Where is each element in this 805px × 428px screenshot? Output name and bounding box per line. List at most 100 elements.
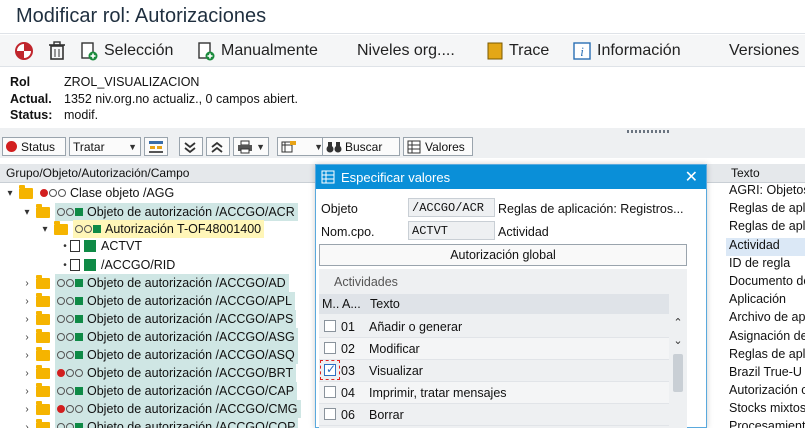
autorizacion-global-button[interactable]: Autorización global [319, 244, 687, 266]
chevron-right-icon[interactable]: › [22, 296, 32, 307]
activity-row[interactable]: 02 Modificar [319, 338, 669, 360]
texto-cell: Reglas de apl [729, 219, 805, 234]
tree-node-object[interactable]: › Objeto de autorización /ACCGO/CAP [22, 382, 298, 400]
layout-dropdown[interactable]: ▼ [277, 137, 327, 156]
status-green-icon [84, 240, 96, 252]
folder-icon [36, 400, 50, 415]
informacion-button[interactable]: i Información [573, 39, 681, 63]
tree-node-object[interactable]: › Objeto de autorización /ACCGO/BRT [22, 364, 297, 382]
expand-all-button[interactable] [179, 137, 203, 156]
folder-icon [36, 346, 50, 361]
actual-row: Actual. 1352 niv.org.no actualiz., 0 camp… [10, 92, 298, 109]
hierarchy-button[interactable] [144, 137, 168, 156]
niveles-org-button[interactable]: Niveles org.... [357, 39, 455, 63]
versiones-button[interactable]: Versiones [729, 39, 799, 63]
scrollbar-thumb[interactable] [673, 354, 683, 392]
seleccion-label: Selección [104, 42, 174, 59]
tree-node-object[interactable]: ▾ Objeto de autorización /ACCGO/ACR [22, 203, 298, 221]
column-header-m[interactable]: M.. [322, 297, 339, 311]
activity-checkbox[interactable] [324, 386, 336, 398]
collapse-all-button[interactable] [206, 137, 230, 156]
chevron-down-icon[interactable]: ▾ [5, 188, 15, 199]
chevron-right-icon[interactable]: › [22, 386, 32, 397]
chevron-down-icon[interactable]: ▾ [22, 207, 32, 218]
tree-node-object[interactable]: › Objeto de autorización /ACCGO/APL [22, 292, 295, 310]
activity-row[interactable]: 01 Añadir o generar [319, 316, 669, 338]
dialog-table-icon [321, 170, 335, 184]
close-icon[interactable]: ✕ [685, 167, 698, 187]
status-value: modif. [64, 108, 99, 122]
niveles-org-label: Niveles org.... [357, 42, 455, 59]
tree-node-object[interactable]: › Objeto de autorización /ACCGO/ASQ [22, 346, 298, 364]
splitter-sash[interactable] [0, 128, 805, 136]
object-node: Objeto de autorización /ACCGO/BRT [55, 364, 297, 382]
document-icon [70, 240, 80, 252]
tree-node-object[interactable]: › Objeto de autorización /ACCGO/COP [22, 418, 299, 428]
object-label: Objeto de autorización /ACCGO/AD [87, 276, 286, 290]
dialog-title-bar[interactable]: Especificar valores ✕ [316, 165, 706, 189]
object-label: Objeto de autorización /ACCGO/COP [87, 420, 296, 428]
tree-node-object[interactable]: › Objeto de autorización /ACCGO/ASG [22, 328, 298, 346]
activity-text: Modificar [369, 342, 420, 356]
object-node: Objeto de autorización /ACCGO/ASG [55, 328, 298, 346]
folder-icon [36, 203, 50, 218]
manualmente-button[interactable]: Manualmente [197, 39, 318, 63]
tree-node-object[interactable]: › Objeto de autorización /ACCGO/APS [22, 310, 297, 328]
activity-row[interactable]: 04 Imprimir, tratar mensajes [319, 382, 669, 404]
tratar-dropdown[interactable]: Tratar ▼ [69, 137, 141, 156]
column-header-texto[interactable]: Texto [731, 166, 760, 180]
chevron-right-icon[interactable]: › [22, 368, 32, 379]
column-header-a[interactable]: A... [342, 297, 361, 311]
traffic-light-icon [57, 279, 83, 287]
rol-value: ZROL_VISUALIZACION [64, 75, 200, 89]
actual-value: 1352 niv.org.no actualiz., 0 campos abie… [64, 92, 298, 106]
texto-cell: Archivo de ap [729, 310, 805, 325]
activity-checkbox[interactable] [324, 342, 336, 354]
add-document-icon [198, 42, 215, 61]
chevron-right-icon[interactable]: › [22, 278, 32, 289]
tree-node-class[interactable]: ▾ Clase objeto /AGG [5, 184, 177, 202]
object-label: Objeto de autorización /ACCGO/CMG [87, 402, 298, 416]
column-header-object[interactable]: Grupo/Objeto/Autorización/Campo [6, 166, 189, 180]
tree-node-field[interactable]: • ACTVT [60, 237, 142, 255]
table-icon [407, 140, 421, 153]
column-header-texto[interactable]: Texto [370, 297, 400, 311]
role-status-button[interactable] [14, 39, 34, 63]
chevron-up-icon[interactable]: ⌃ [671, 316, 685, 329]
trace-button[interactable]: Trace [487, 39, 549, 63]
tree-toolbar: Status Tratar ▼ ▼ ▼ Buscar Valores [0, 136, 805, 158]
nomcpo-field[interactable]: ACTVT [408, 221, 495, 240]
hierarchy-icon [149, 140, 163, 153]
chevron-down-icon[interactable]: ⌄ [671, 334, 685, 347]
activity-text: Añadir o generar [369, 320, 463, 334]
delete-button[interactable] [48, 39, 66, 63]
activity-checkbox-checked[interactable] [324, 362, 336, 376]
splitter-grip[interactable] [627, 130, 669, 133]
class-label: Clase objeto /AGG [70, 186, 175, 200]
tree-node-object[interactable]: › Objeto de autorización /ACCGO/CMG [22, 400, 301, 418]
buscar-button[interactable]: Buscar [322, 137, 400, 156]
tree-node-field[interactable]: • /ACCGO/RID [60, 256, 175, 274]
object-label: Objeto de autorización /ACCGO/ASG [87, 330, 295, 344]
chevron-down-icon[interactable]: ▾ [40, 224, 50, 235]
tree-status-button[interactable]: Status [2, 137, 66, 156]
activity-row[interactable]: 06 Borrar [319, 404, 669, 426]
activity-text: Imprimir, tratar mensajes [369, 386, 507, 400]
activity-checkbox[interactable] [324, 320, 336, 332]
activity-text: Visualizar [369, 364, 423, 378]
valores-button[interactable]: Valores [403, 137, 473, 156]
chevron-right-icon[interactable]: › [22, 314, 32, 325]
activity-row[interactable]: 03 Visualizar [319, 360, 669, 382]
svg-text:i: i [580, 44, 584, 59]
activities-scrollbar[interactable]: ⌃ ⌄ [671, 314, 685, 428]
chevron-right-icon[interactable]: › [22, 332, 32, 343]
activity-checkbox[interactable] [324, 408, 336, 420]
seleccion-button[interactable]: Selección [80, 39, 173, 63]
print-dropdown[interactable]: ▼ [233, 137, 269, 156]
tree-node-authorization[interactable]: ▾ Autorización T-OF48001400 [40, 220, 265, 238]
chevron-right-icon[interactable]: › [22, 404, 32, 415]
tree-node-object[interactable]: › Objeto de autorización /ACCGO/AD [22, 274, 289, 292]
chevron-right-icon[interactable]: › [22, 422, 32, 428]
objeto-field[interactable]: /ACCGO/ACR [408, 198, 495, 217]
chevron-right-icon[interactable]: › [22, 350, 32, 361]
